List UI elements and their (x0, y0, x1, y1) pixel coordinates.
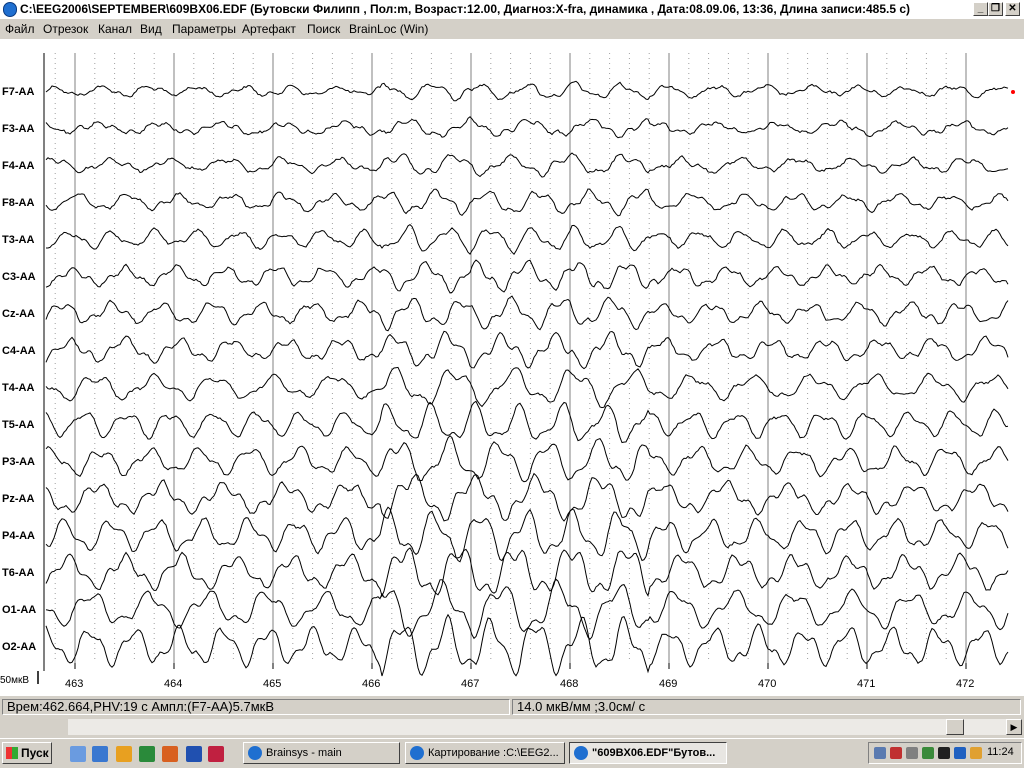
powerpoint-icon[interactable] (162, 746, 178, 762)
media-icon[interactable] (938, 747, 950, 759)
time-tick-label: 470 (758, 678, 776, 690)
menu-brainloc[interactable]: BrainLoc (Win) (349, 22, 428, 36)
eeg-trace (45, 295, 1009, 332)
channel-label[interactable]: T6-AA (2, 567, 34, 579)
channel-label[interactable]: F4-AA (2, 160, 34, 172)
scale-label: 50мкВ (0, 675, 29, 686)
settings-icon[interactable] (906, 747, 918, 759)
antivirus-icon[interactable] (922, 747, 934, 759)
eeg-trace (45, 547, 1009, 598)
start-button[interactable]: Пуск (2, 742, 52, 764)
windows-flag-icon (6, 747, 18, 759)
status-bar: Врем:462.664,PHV:19 с Ампл:(F7-AA)5.7мкВ… (0, 697, 1024, 717)
eeg-plot[interactable]: 463 464 465 466 467 468 469 470 471 472 50мкВ F7-AA… (0, 39, 1024, 696)
volume-icon[interactable] (970, 747, 982, 759)
menu-search[interactable]: Поиск (307, 22, 340, 36)
eeg-trace (45, 188, 1009, 217)
channel-label[interactable]: C4-AA (2, 345, 36, 357)
horizontal-scrollbar[interactable]: ◀ ▶ (0, 718, 1024, 736)
eeg-trace (45, 366, 1009, 409)
status-scale: 14.0 мкВ/мм ;3.0см/ с (512, 699, 1021, 715)
eeg-trace (45, 435, 1009, 483)
channel-label[interactable]: C3-AA (2, 271, 36, 283)
taskbar: Пуск Brainsys - main Картирование :C:\EE… (0, 738, 1024, 768)
minimize-button[interactable]: _ (973, 2, 988, 16)
channel-label[interactable]: P4-AA (2, 530, 35, 542)
cursor-marker (1011, 90, 1015, 94)
clock: 11:24 (987, 746, 1014, 758)
app-icon[interactable] (3, 2, 17, 17)
display-icon[interactable] (954, 747, 966, 759)
channel-label[interactable]: Cz-AA (2, 308, 35, 320)
time-tick-label: 466 (362, 678, 380, 690)
time-tick-label: 465 (263, 678, 281, 690)
channel-label[interactable]: P3-AA (2, 456, 35, 468)
menu-parameters[interactable]: Параметры (172, 22, 236, 36)
media-player-icon[interactable] (116, 746, 132, 762)
word-icon[interactable] (186, 746, 202, 762)
channel-label[interactable]: O2-AA (2, 641, 36, 653)
channel-label[interactable]: Pz-AA (2, 493, 34, 505)
eeg-trace (45, 330, 1009, 370)
window-title: C:\EEG2006\SEPTEMBER\609BX06.EDF (Бутовс… (20, 2, 911, 16)
network-icon[interactable] (874, 747, 886, 759)
scroll-right-button[interactable]: ▶ (1006, 719, 1022, 735)
time-tick-label: 472 (956, 678, 974, 690)
ie-icon[interactable] (92, 746, 108, 762)
eeg-trace (45, 259, 1009, 294)
menu-channel[interactable]: Канал (98, 22, 132, 36)
eeg-trace (46, 223, 1009, 255)
menu-bar: Файл Отрезок Канал Вид Параметры Артефак… (0, 19, 1024, 39)
desktop-icon[interactable] (70, 746, 86, 762)
time-tick-label: 467 (461, 678, 479, 690)
close-button[interactable]: ✕ (1005, 2, 1020, 16)
eeg-trace (45, 613, 1009, 677)
channel-label[interactable]: T3-AA (2, 234, 34, 246)
channel-label[interactable]: F3-AA (2, 123, 34, 135)
eeg-trace (45, 80, 1009, 102)
eeg-trace (45, 116, 1009, 139)
app-quicklaunch-icon[interactable] (208, 746, 224, 762)
channel-label[interactable]: F8-AA (2, 197, 34, 209)
time-tick-label: 469 (659, 678, 677, 690)
channel-label[interactable]: T5-AA (2, 419, 34, 431)
alert-icon[interactable] (890, 747, 902, 759)
system-tray: 11:24 (868, 742, 1022, 764)
status-position: Врем:462.664,PHV:19 с Ампл:(F7-AA)5.7мкВ (2, 699, 510, 715)
time-tick-label: 463 (65, 678, 83, 690)
channel-label[interactable]: F7-AA (2, 86, 34, 98)
brainsys-icon (410, 746, 424, 760)
task-mapping[interactable]: Картирование :C:\EEG2... (405, 742, 565, 764)
task-brainsys-main[interactable]: Brainsys - main (243, 742, 400, 764)
excel-icon[interactable] (139, 746, 155, 762)
eeg-trace (45, 506, 1009, 563)
time-tick-label: 471 (857, 678, 875, 690)
channel-label[interactable]: O1-AA (2, 604, 36, 616)
scroll-track[interactable] (68, 719, 1006, 735)
eeg-trace (45, 400, 1009, 444)
time-tick-label: 468 (560, 678, 578, 690)
brainsys-icon (574, 746, 588, 760)
task-eeg-file[interactable]: "609BX06.EDF"Бутов... (569, 742, 727, 764)
eeg-trace (45, 152, 1009, 178)
scroll-thumb[interactable] (946, 719, 964, 735)
maximize-button[interactable]: ❐ (988, 2, 1003, 16)
time-tick-label: 464 (164, 678, 182, 690)
menu-artifact[interactable]: Артефакт (242, 22, 296, 36)
channel-label[interactable]: T4-AA (2, 382, 34, 394)
menu-file[interactable]: Файл (5, 22, 35, 36)
eeg-display[interactable]: 463 464 465 466 467 468 469 470 471 472 50мкВ F7-AA… (0, 39, 1024, 696)
menu-view[interactable]: Вид (140, 22, 162, 36)
menu-segment[interactable]: Отрезок (43, 22, 88, 36)
title-bar: C:\EEG2006\SEPTEMBER\609BX06.EDF (Бутовс… (0, 0, 1024, 19)
brainsys-icon (248, 746, 262, 760)
